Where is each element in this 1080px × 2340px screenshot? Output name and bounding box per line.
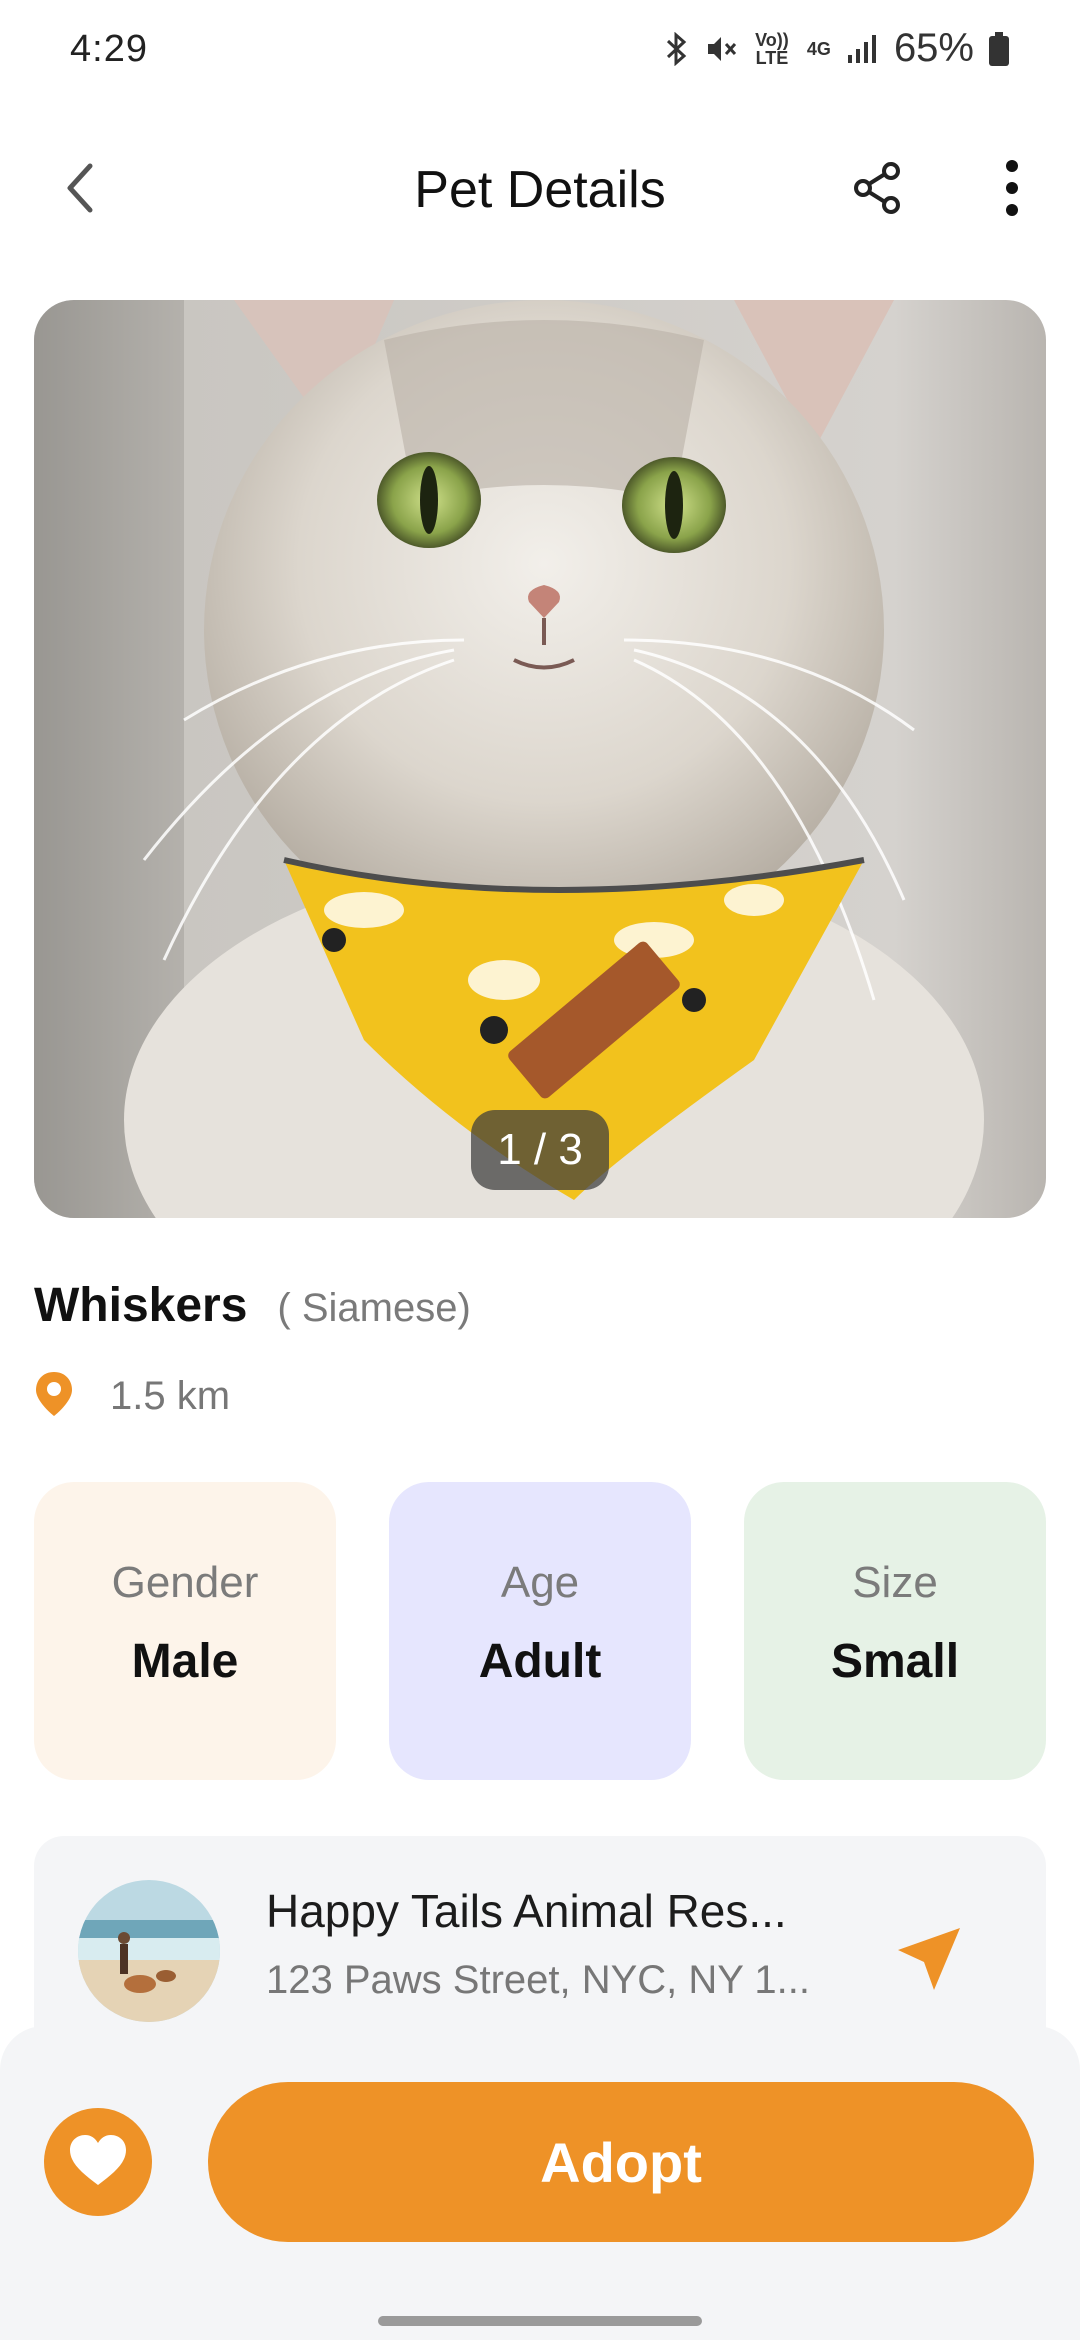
pet-location-row: 1.5 km bbox=[34, 1370, 230, 1423]
shelter-name: Happy Tails Animal Res... bbox=[266, 1885, 787, 1937]
bottom-action-bar: Adopt bbox=[0, 2026, 1080, 2340]
mute-icon bbox=[704, 32, 738, 66]
status-bar: 4:29 Vo)) LTE 4G 65% bbox=[0, 0, 1080, 100]
gender-value: Male bbox=[131, 1635, 239, 1688]
photo-page-indicator: 1 / 3 bbox=[471, 1110, 609, 1190]
share-icon bbox=[851, 161, 905, 220]
app-header: Pet Details bbox=[0, 130, 1080, 250]
pet-name: Whiskers bbox=[34, 1279, 248, 1332]
size-label: Size bbox=[852, 1558, 938, 1607]
battery-percentage: 65% bbox=[893, 26, 974, 70]
shelter-address: 123 Paws Street, NYC, NY 1... bbox=[266, 1958, 810, 2002]
adopt-button[interactable]: Adopt bbox=[208, 2082, 1034, 2242]
page-title: Pet Details bbox=[414, 161, 666, 219]
more-vertical-icon bbox=[1002, 158, 1022, 223]
age-label: Age bbox=[500, 1558, 580, 1607]
home-indicator[interactable] bbox=[378, 2316, 702, 2326]
pet-distance: 1.5 km bbox=[110, 1374, 231, 1418]
size-card: Size Small bbox=[744, 1482, 1046, 1780]
bluetooth-icon bbox=[664, 31, 690, 66]
shelter-avatar bbox=[78, 1880, 220, 2022]
gender-card: Gender Male bbox=[34, 1482, 336, 1780]
volte-label: Vo)) LTE bbox=[755, 29, 789, 68]
age-value: Adult bbox=[478, 1635, 602, 1688]
location-pin-icon bbox=[34, 1370, 74, 1423]
heart-icon bbox=[68, 2133, 128, 2192]
age-card: Age Adult bbox=[389, 1482, 691, 1780]
navigation-arrow-icon bbox=[894, 1924, 964, 1999]
size-value: Small bbox=[830, 1635, 960, 1688]
pet-breed: ( Siamese) bbox=[277, 1286, 471, 1330]
pet-photo-carousel[interactable]: 1 / 3 bbox=[34, 300, 1046, 1218]
battery-icon bbox=[988, 31, 1010, 67]
network-label: 4G bbox=[806, 38, 831, 59]
status-icons: Vo)) LTE 4G 65% bbox=[664, 26, 1010, 71]
share-button[interactable] bbox=[838, 150, 918, 230]
more-options-button[interactable] bbox=[972, 150, 1052, 230]
status-time: 4:29 bbox=[70, 28, 148, 70]
pet-photo bbox=[34, 300, 1046, 1218]
directions-button[interactable] bbox=[884, 1916, 974, 2006]
favorite-button[interactable] bbox=[44, 2108, 152, 2216]
pet-title-row: Whiskers ( Siamese) bbox=[34, 1278, 471, 1333]
gender-label: Gender bbox=[111, 1558, 259, 1607]
signal-icon bbox=[846, 33, 880, 65]
